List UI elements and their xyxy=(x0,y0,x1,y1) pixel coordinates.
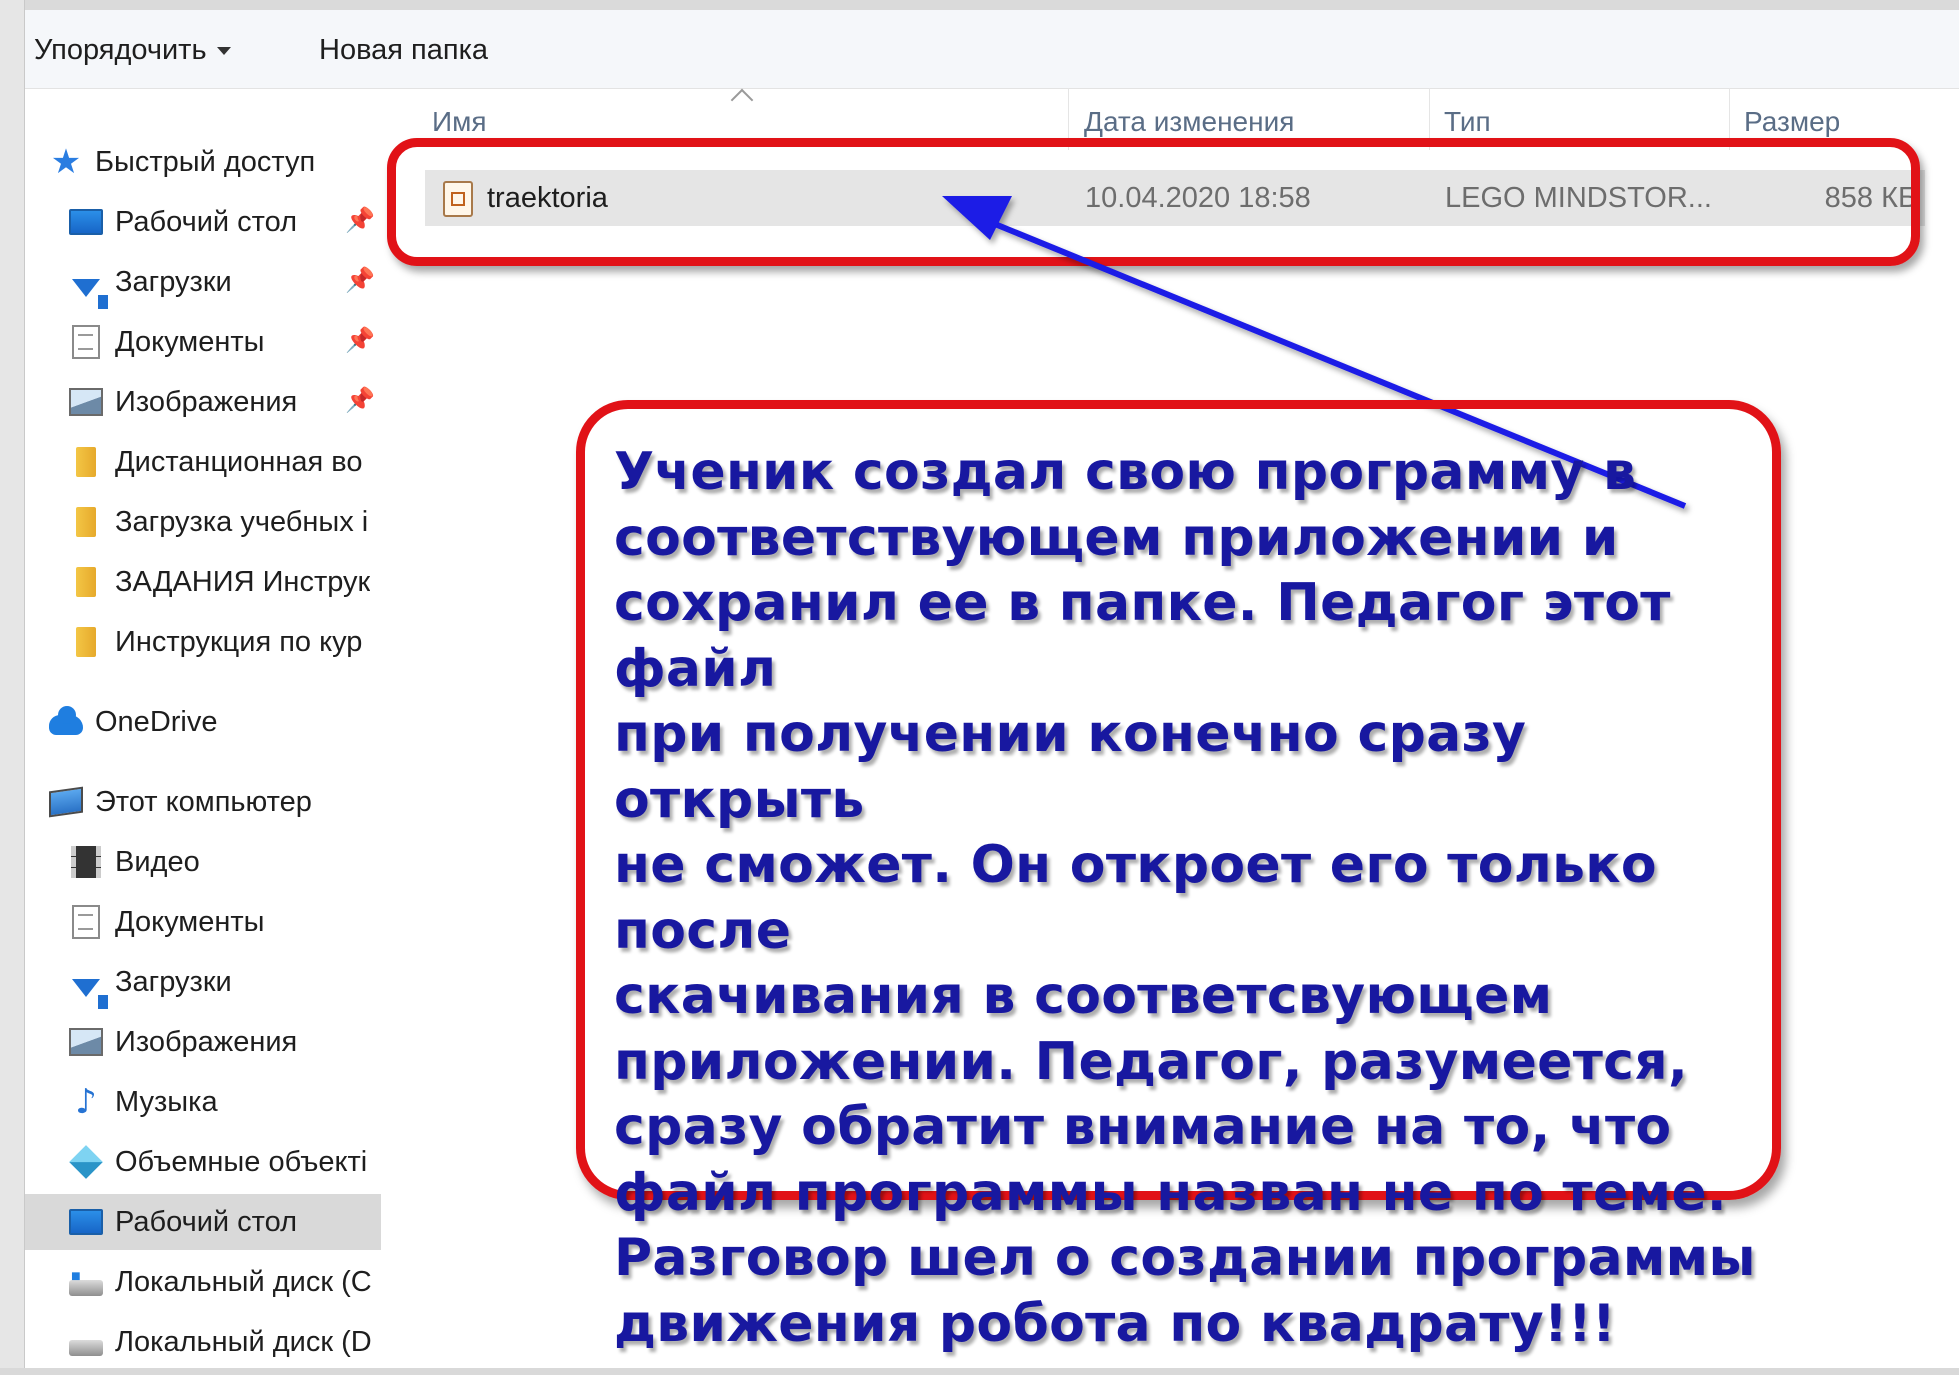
nav-pc-item[interactable]: ♪ Музыка xyxy=(69,1074,379,1130)
drive-icon: ■ xyxy=(69,1265,103,1299)
drive-icon xyxy=(69,1325,103,1359)
pin-icon[interactable]: 📌 xyxy=(345,206,375,235)
star-icon: ★ xyxy=(50,143,82,181)
nav-label: Дистанционная во xyxy=(115,445,363,478)
pictures-icon xyxy=(69,1025,103,1059)
nav-label: Этот компьютер xyxy=(95,785,312,818)
documents-icon xyxy=(69,325,103,359)
nav-label: Локальный диск (D xyxy=(115,1325,372,1358)
pin-icon[interactable]: 📌 xyxy=(345,326,375,355)
folder-icon xyxy=(69,505,103,539)
sort-ascending-icon xyxy=(730,88,754,112)
nav-label: ЗАДАНИЯ Инструк xyxy=(115,565,371,598)
nav-quick-item[interactable]: Дистанционная во xyxy=(69,434,379,490)
nav-quick-item[interactable]: Загрузка учебных і xyxy=(69,494,379,550)
nav-label: Рабочий стол xyxy=(115,205,298,238)
nav-label: Рабочий стол xyxy=(115,1205,298,1238)
cloud-icon xyxy=(49,705,83,739)
nav-quick-access[interactable]: ★ Быстрый доступ xyxy=(49,134,379,190)
nav-quick-item[interactable]: Рабочий стол xyxy=(69,194,379,250)
nav-pc-item[interactable]: ■ Локальный диск (C xyxy=(69,1254,379,1310)
nav-pc-item-selected[interactable]: Рабочий стол xyxy=(25,1194,381,1250)
nav-pc-item[interactable]: Видео xyxy=(69,834,379,890)
new-folder-label: Новая папка xyxy=(319,34,489,66)
nav-label: Изображения xyxy=(115,385,298,418)
annotation-text: Ученик создал свою программу в соответст… xyxy=(614,442,1756,1354)
window-top-border xyxy=(0,0,1959,10)
nav-label: Изображения xyxy=(115,1025,298,1058)
folder-icon xyxy=(69,445,103,479)
column-header-size[interactable]: Размер xyxy=(1744,106,1840,138)
music-icon: ♪ xyxy=(75,1082,97,1122)
downloads-icon xyxy=(69,965,108,1009)
desktop-icon xyxy=(69,1205,103,1239)
nav-label: Документы xyxy=(115,325,265,358)
nav-label: Музыка xyxy=(115,1085,218,1118)
nav-quick-item[interactable]: ЗАДАНИЯ Инструк xyxy=(69,554,379,610)
column-header-name[interactable]: Имя xyxy=(432,106,487,138)
nav-pc-item[interactable]: Локальный диск (D xyxy=(69,1314,379,1370)
column-header-type[interactable]: Тип xyxy=(1444,106,1491,138)
highlight-oval xyxy=(387,138,1920,266)
nav-this-pc[interactable]: Этот компьютер xyxy=(49,774,379,830)
nav-quick-item[interactable]: Инструкция по кур xyxy=(69,614,379,670)
desktop-icon xyxy=(69,205,103,239)
nav-label: Видео xyxy=(115,845,200,878)
nav-quick-item[interactable]: Изображения xyxy=(69,374,379,430)
navigation-pane: ★ Быстрый доступ Рабочий стол 📌 Загрузки… xyxy=(25,90,381,1368)
nav-label: Локальный диск (C xyxy=(115,1265,372,1298)
nav-label: Быстрый доступ xyxy=(95,145,316,178)
downloads-icon xyxy=(69,265,108,309)
command-bar: Упорядочить Новая папка xyxy=(25,10,1959,89)
nav-pc-item[interactable]: Загрузки xyxy=(69,954,379,1010)
nav-label: Документы xyxy=(115,905,265,938)
nav-label: Инструкция по кур xyxy=(115,625,363,658)
column-header-date[interactable]: Дата изменения xyxy=(1084,106,1294,138)
folder-icon xyxy=(69,625,103,659)
window-left-border xyxy=(0,0,25,1375)
nav-label: Загрузки xyxy=(115,965,232,998)
folder-icon xyxy=(69,565,103,599)
nav-quick-item[interactable]: Документы xyxy=(69,314,379,370)
nav-label: Загрузки xyxy=(115,265,232,298)
pin-icon[interactable]: 📌 xyxy=(345,386,375,415)
video-icon xyxy=(69,845,103,879)
organize-label: Упорядочить xyxy=(34,34,207,66)
pin-icon[interactable]: 📌 xyxy=(345,266,375,295)
nav-quick-item[interactable]: Загрузки xyxy=(69,254,379,310)
nav-pc-item[interactable]: Документы xyxy=(69,894,379,950)
nav-onedrive[interactable]: OneDrive xyxy=(49,694,379,750)
nav-label: Загрузка учебных і xyxy=(115,505,369,538)
computer-icon xyxy=(49,785,83,819)
nav-pc-item[interactable]: Объемные объекті xyxy=(69,1134,379,1190)
nav-label: OneDrive xyxy=(95,705,218,738)
organize-button[interactable]: Упорядочить xyxy=(34,34,231,67)
nav-label: Объемные объекті xyxy=(115,1145,368,1178)
3d-objects-icon xyxy=(69,1145,103,1179)
pictures-icon xyxy=(69,385,103,419)
dropdown-arrow-icon xyxy=(216,46,231,55)
nav-pc-item[interactable]: Изображения xyxy=(69,1014,379,1070)
new-folder-button[interactable]: Новая папка xyxy=(319,34,488,67)
window-bottom-border xyxy=(0,1368,1959,1375)
documents-icon xyxy=(69,905,103,939)
